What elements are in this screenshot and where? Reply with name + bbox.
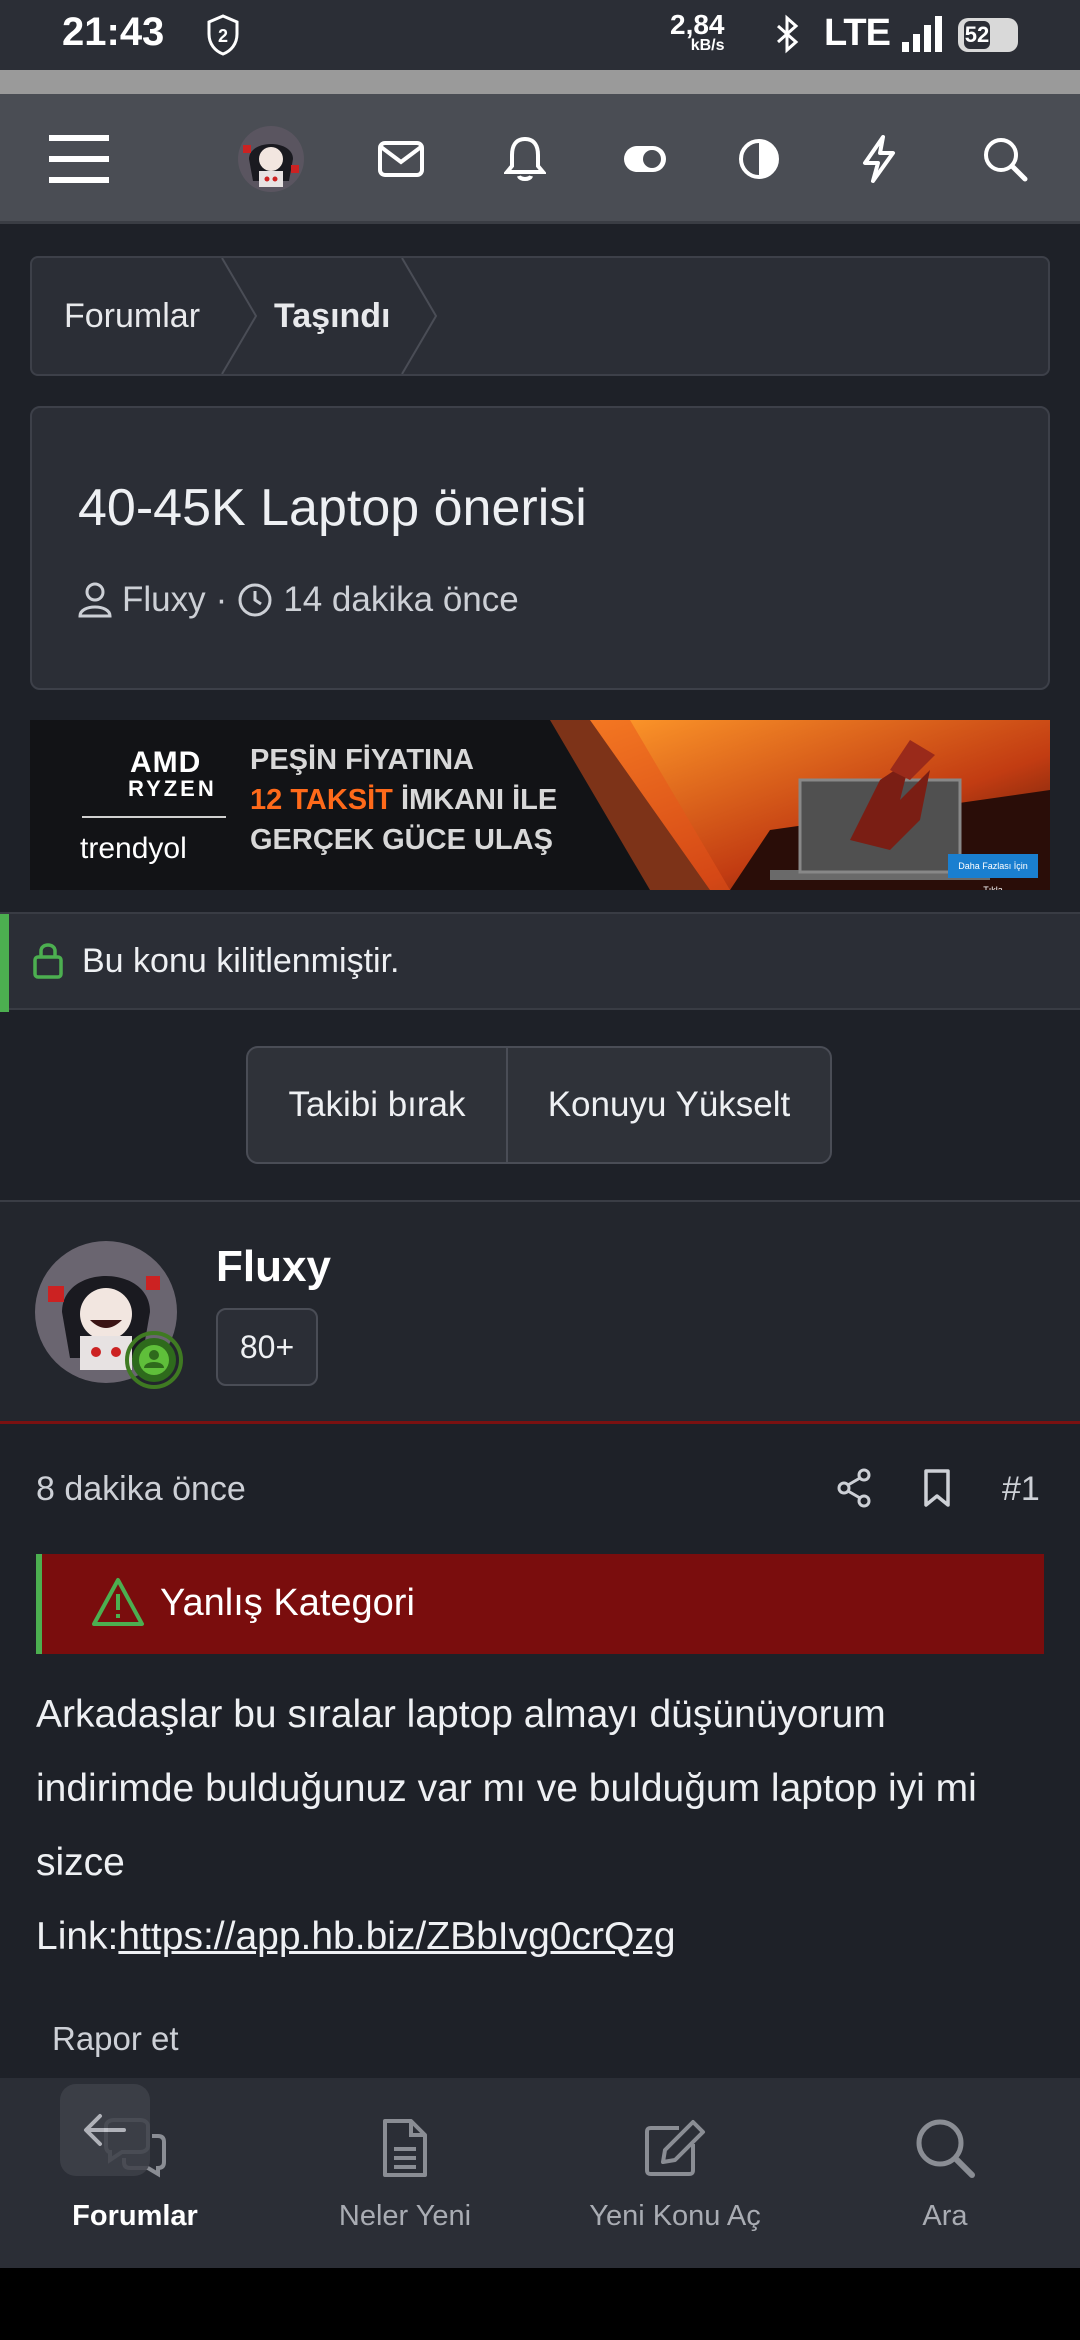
lightning-icon[interactable]: [844, 124, 914, 194]
banner-brand-divider: [82, 816, 226, 818]
banner-ad[interactable]: AMD RYZEN trendyol PEŞİN FİYATINA 12 TAK…: [30, 720, 1050, 890]
battery-icon: 52: [958, 18, 1018, 52]
banner-brand-amd: AMD: [130, 746, 202, 779]
contrast-icon[interactable]: [724, 124, 794, 194]
banner-line-1: PEŞİN FİYATINA: [250, 744, 474, 776]
banner-cta-button[interactable]: Daha Fazlası İçin Tıkla: [948, 854, 1038, 890]
bottom-nav-label: Yeni Konu Aç: [589, 2200, 761, 2232]
lock-notice-accent: [0, 914, 9, 1012]
breadcrumb: Forumlar Taşındı: [30, 256, 1050, 376]
post-author-name[interactable]: Fluxy: [216, 1242, 331, 1292]
bottom-nav-label: Neler Yeni: [338, 2200, 472, 2232]
share-icon[interactable]: [836, 1468, 872, 1508]
clock-icon: [238, 583, 272, 617]
toggle-icon[interactable]: [610, 124, 680, 194]
bottom-nav-neler-yeni[interactable]: Neler Yeni: [270, 2078, 540, 2268]
bottom-nav-ara[interactable]: Ara: [810, 2078, 1080, 2268]
system-navigation-bar: [0, 2268, 1080, 2340]
meta-separator: ·: [215, 580, 228, 619]
user-icon: [78, 582, 112, 618]
post-body-text: Arkadaşlar bu sıralar laptop almayı düşü…: [36, 1693, 977, 1884]
bookmark-icon[interactable]: [922, 1468, 952, 1508]
banner-brand-ryzen: RYZEN: [128, 776, 217, 801]
warning-text: Yanlış Kategori: [160, 1582, 415, 1624]
post-time[interactable]: 8 dakika önce: [36, 1470, 246, 1509]
bell-icon[interactable]: [490, 124, 560, 194]
post-author-badge: 80+: [216, 1308, 318, 1386]
search-icon: [810, 2108, 1080, 2188]
report-link[interactable]: Rapor et: [52, 2020, 179, 2058]
breadcrumb-separator: [401, 258, 438, 374]
post-body: Arkadaşlar bu sıralar laptop almayı düşü…: [36, 1678, 1046, 1974]
thread-header: 40-45K Laptop önerisi Fluxy · 14 dakika …: [30, 406, 1050, 690]
breadcrumb-item-tasindi[interactable]: Taşındı: [274, 258, 391, 374]
lock-notice-text: Bu konu kilitlenmiştir.: [82, 942, 400, 980]
post-link[interactable]: https://app.hb.biz/ZBbIvg0crQzg: [118, 1915, 675, 1958]
edit-icon: [540, 2108, 810, 2188]
breadcrumb-item-forumlar[interactable]: Forumlar: [64, 258, 200, 374]
post-author-avatar[interactable]: [34, 1240, 184, 1390]
mail-icon[interactable]: [366, 124, 436, 194]
status-time: 21:43: [62, 10, 165, 54]
top-navbar: [0, 94, 1080, 224]
lock-notice: Bu konu kilitlenmiştir.: [0, 912, 1080, 1012]
bump-thread-button[interactable]: Konuyu Yükselt: [508, 1048, 830, 1162]
browser-progress-strip: [0, 70, 1080, 94]
warning-icon: [92, 1578, 144, 1626]
banner-line-2: 12 TAKSİT İMKANI İLE: [250, 784, 558, 816]
warning-box: Yanlış Kategori: [36, 1554, 1044, 1654]
shield-icon: 2: [207, 14, 239, 56]
post-link-label: Link:: [36, 1915, 119, 1958]
net-speed: 2,84 kB/s: [670, 9, 725, 54]
bluetooth-icon: [777, 14, 799, 54]
thread-title: 40-45K Laptop önerisi: [78, 479, 587, 537]
network-type: LTE: [824, 12, 891, 54]
banner-brand-trendyol: trendyol: [80, 832, 187, 865]
post-author-header: Fluxy 80+: [0, 1202, 1080, 1424]
unfollow-button[interactable]: Takibi bırak: [248, 1048, 506, 1162]
thread-actions: Takibi bırak Konuyu Yükselt: [246, 1046, 832, 1164]
bottom-navigation: Forumlar Neler Yeni Yeni Konu Aç Ara: [0, 2078, 1080, 2268]
bottom-nav-yeni-konu[interactable]: Yeni Konu Aç: [540, 2078, 810, 2268]
lock-icon: [33, 943, 63, 979]
status-bar: 21:43 2 2,84 kB/s LTE 52: [0, 0, 1080, 70]
bottom-nav-label: Forumlar: [72, 2200, 198, 2232]
back-arrow-icon: [84, 2114, 126, 2146]
floating-back-button[interactable]: [60, 2084, 150, 2176]
svg-text:2: 2: [218, 26, 228, 46]
document-icon: [270, 2108, 540, 2188]
signal-icon: [902, 16, 942, 52]
banner-line-3: GERÇEK GÜCE ULAŞ: [250, 824, 553, 856]
user-avatar[interactable]: [236, 124, 306, 194]
breadcrumb-separator: [221, 258, 258, 374]
thread-time[interactable]: 14 dakika önce: [283, 580, 518, 620]
post-number[interactable]: #1: [1002, 1470, 1040, 1509]
thread-author[interactable]: Fluxy: [122, 580, 206, 620]
thread-meta: Fluxy · 14 dakika önce: [78, 580, 519, 620]
bottom-nav-label: Ara: [922, 2200, 968, 2232]
search-icon[interactable]: [970, 124, 1040, 194]
hamburger-menu-icon[interactable]: [44, 124, 114, 194]
